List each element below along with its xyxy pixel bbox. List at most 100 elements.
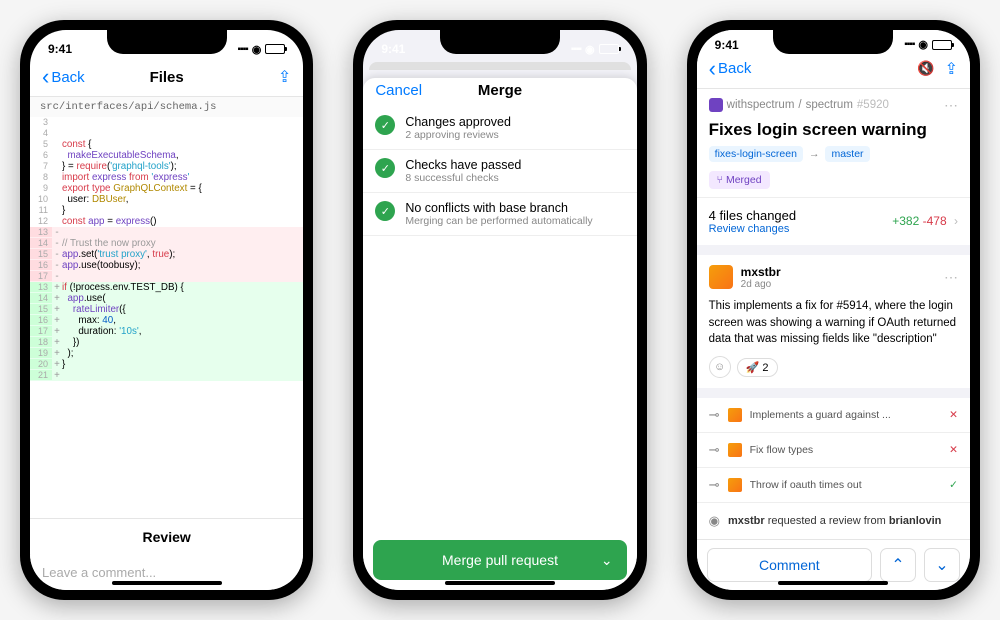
- wifi-icon: ◉: [252, 43, 262, 56]
- wifi-icon: ◉: [918, 38, 928, 51]
- code-line[interactable]: 11 }: [30, 205, 303, 216]
- code-line[interactable]: 7 } = require('graphql-tools');: [30, 161, 303, 172]
- code-line[interactable]: 17+ duration: '10s',: [30, 326, 303, 337]
- sheet-behind: [369, 62, 630, 70]
- commit-list: ⊸Implements a guard against ...✕⊸Fix flo…: [697, 398, 970, 502]
- code-line[interactable]: 17-: [30, 271, 303, 282]
- check-icon: ✓: [949, 479, 958, 491]
- code-line[interactable]: 13+if (!process.env.TEST_DB) {: [30, 282, 303, 293]
- chevron-right-icon: ›: [954, 214, 958, 228]
- author-name[interactable]: mxstbr: [741, 265, 781, 279]
- share-icon[interactable]: ⇪: [278, 67, 291, 87]
- status-time: 9:41: [715, 38, 739, 52]
- review-tab[interactable]: Review: [30, 518, 303, 555]
- code-line[interactable]: 16+ max: 40,: [30, 315, 303, 326]
- x-icon: ✕: [949, 409, 958, 421]
- merge-cta-label: Merge pull request: [442, 552, 558, 568]
- signal-icon: ▪▪▪▪: [904, 39, 914, 50]
- merge-check-item[interactable]: ✓Checks have passed8 successful checks: [363, 150, 636, 193]
- repo-app-icon: [709, 98, 723, 112]
- review-request-event: ◉ mxstbr requested a review from brianlo…: [697, 502, 970, 539]
- merge-checklist: ✓Changes approved2 approving reviews✓Che…: [363, 107, 636, 236]
- additions: +382: [892, 214, 919, 228]
- next-button[interactable]: ⌄: [924, 548, 960, 582]
- code-line[interactable]: 13-: [30, 227, 303, 238]
- status-time: 9:41: [381, 42, 405, 56]
- cancel-button[interactable]: Cancel: [375, 82, 422, 99]
- chevron-down-icon: ⌄: [601, 552, 613, 569]
- commit-icon: ⊸: [709, 477, 720, 493]
- arrow-right-icon: →: [809, 148, 820, 160]
- code-line[interactable]: 15+ rateLimiter({: [30, 304, 303, 315]
- files-changed-label: 4 files changed: [709, 208, 796, 223]
- commit-icon: ⊸: [709, 442, 720, 458]
- x-icon: ✕: [949, 444, 958, 456]
- file-path: src/interfaces/api/schema.js: [30, 97, 303, 117]
- pr-number: #5920: [857, 99, 889, 111]
- code-line[interactable]: 9 export type GraphQLContext = {: [30, 183, 303, 194]
- back-button[interactable]: Back: [709, 58, 752, 80]
- check-icon: ✓: [375, 158, 395, 178]
- code-line[interactable]: 21+: [30, 370, 303, 381]
- code-line[interactable]: 14-// Trust the now proxy: [30, 238, 303, 249]
- eye-icon: ◉: [709, 513, 720, 529]
- repo-name[interactable]: spectrum: [806, 99, 853, 111]
- code-line[interactable]: 20+}: [30, 359, 303, 370]
- event-user[interactable]: mxstbr: [728, 515, 765, 527]
- merge-pull-request-button[interactable]: Merge pull request ⌄: [373, 540, 626, 580]
- code-diff[interactable]: 3 4 5 const {6 makeExecutableSchema,7 } …: [30, 117, 303, 518]
- files-changed-row[interactable]: 4 files changed Review changes +382 -478…: [697, 197, 970, 245]
- wifi-icon: ◉: [585, 43, 595, 56]
- avatar[interactable]: [709, 265, 733, 289]
- code-line[interactable]: 15-app.set('trust proxy', true);: [30, 249, 303, 260]
- phone-files: 9:41 ▪▪▪▪ ◉ Back Files ⇪ src/interfaces/…: [20, 20, 313, 600]
- reaction-pill[interactable]: 🚀 2: [737, 358, 778, 377]
- check-icon: ✓: [375, 201, 395, 221]
- mute-icon[interactable]: 🔇: [917, 60, 934, 77]
- code-line[interactable]: 14+ app.use(: [30, 293, 303, 304]
- commit-row[interactable]: ⊸Fix flow types✕: [697, 432, 970, 467]
- battery-icon: [932, 40, 952, 50]
- merge-check-item[interactable]: ✓Changes approved2 approving reviews: [363, 107, 636, 150]
- merged-badge: ⑂ Merged: [709, 171, 770, 189]
- event-target[interactable]: brianlovin: [889, 515, 942, 527]
- signal-icon: ▪▪▪▪: [238, 44, 248, 55]
- branch-from[interactable]: fixes-login-screen: [709, 146, 803, 162]
- share-icon[interactable]: ⇪: [945, 59, 958, 79]
- code-line[interactable]: 6 makeExecutableSchema,: [30, 150, 303, 161]
- comment-button[interactable]: Comment: [707, 548, 872, 582]
- repo-owner[interactable]: withspectrum: [727, 99, 795, 111]
- home-indicator[interactable]: [778, 581, 888, 585]
- more-icon[interactable]: ⋯: [944, 97, 958, 114]
- page-title: Files: [150, 69, 184, 86]
- code-line[interactable]: 10 user: DBUser,: [30, 194, 303, 205]
- avatar: [728, 443, 742, 457]
- notch: [440, 30, 560, 54]
- branch-to[interactable]: master: [825, 146, 869, 162]
- code-line[interactable]: 5 const {: [30, 139, 303, 150]
- commit-row[interactable]: ⊸Implements a guard against ...✕: [697, 398, 970, 432]
- more-icon[interactable]: ⋯: [944, 269, 958, 286]
- notch: [773, 30, 893, 54]
- signal-icon: ▪▪▪▪: [571, 44, 581, 55]
- code-line[interactable]: 3: [30, 117, 303, 128]
- review-changes-link[interactable]: Review changes: [709, 223, 796, 235]
- merge-check-item[interactable]: ✓No conflicts with base branchMerging ca…: [363, 193, 636, 236]
- code-line[interactable]: 16-app.use(toobusy);: [30, 260, 303, 271]
- notch: [107, 30, 227, 54]
- commit-row[interactable]: ⊸Throw if oauth times out✓: [697, 467, 970, 502]
- home-indicator[interactable]: [445, 581, 555, 585]
- code-line[interactable]: 4: [30, 128, 303, 139]
- home-indicator[interactable]: [112, 581, 222, 585]
- code-line[interactable]: 18+ }): [30, 337, 303, 348]
- deletions: -478: [923, 214, 947, 228]
- code-line[interactable]: 12 const app = express(): [30, 216, 303, 227]
- add-reaction-button[interactable]: ☺: [709, 356, 731, 378]
- sheet-title: Merge: [478, 82, 522, 99]
- prev-button[interactable]: ⌃: [880, 548, 916, 582]
- avatar: [728, 408, 742, 422]
- merge-icon: ⑂: [717, 174, 723, 186]
- back-button[interactable]: Back: [42, 66, 85, 88]
- code-line[interactable]: 8 import express from 'express': [30, 172, 303, 183]
- code-line[interactable]: 19+ );: [30, 348, 303, 359]
